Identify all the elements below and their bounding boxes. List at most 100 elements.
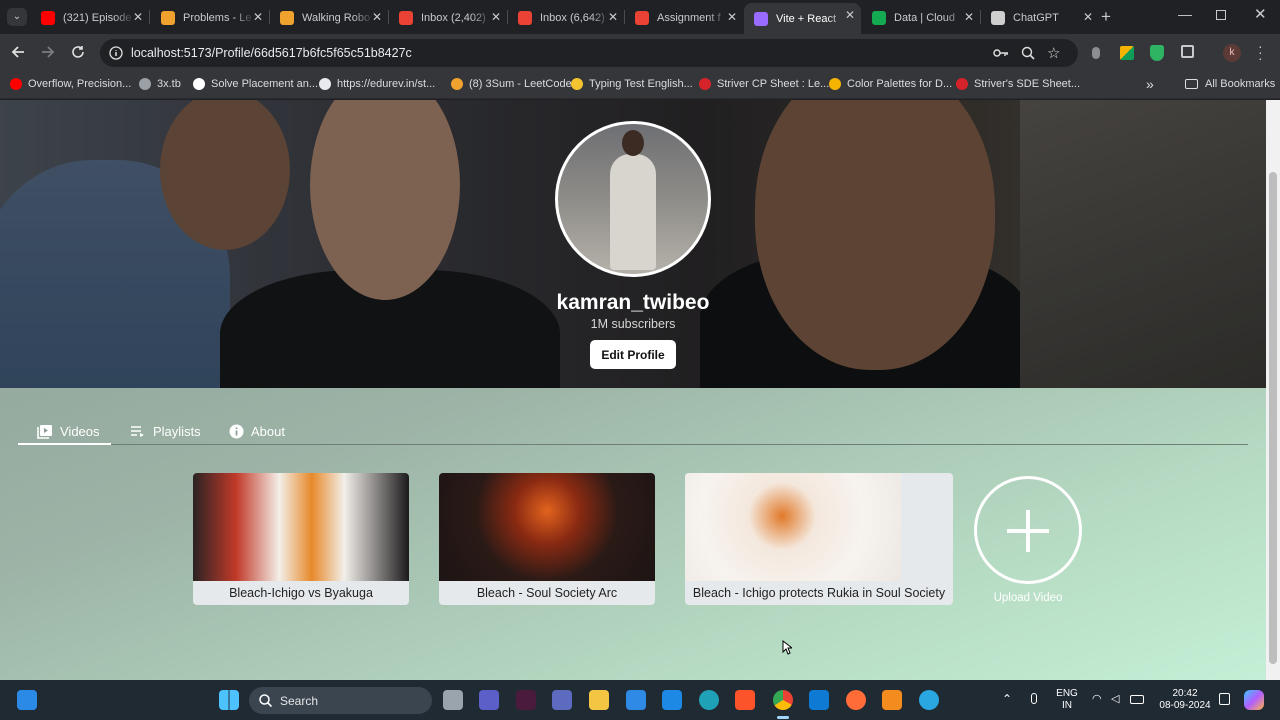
wifi-icon[interactable]: ◠ — [1092, 693, 1102, 705]
close-tab-icon[interactable]: ✕ — [253, 10, 263, 24]
reload-button[interactable] — [71, 45, 85, 63]
bookmark-label: Striver's SDE Sheet... — [974, 78, 1081, 90]
language-indicator[interactable]: ENG IN — [1055, 688, 1079, 712]
bookmark-item[interactable]: Color Palettes for D... — [829, 78, 952, 90]
video-card[interactable]: Bleach - Soul Society Arc — [439, 473, 655, 605]
teams-icon[interactable] — [479, 690, 499, 710]
task-view-icon[interactable] — [443, 690, 463, 710]
battery-icon[interactable] — [1130, 695, 1144, 704]
vscode-icon[interactable] — [809, 690, 829, 710]
windows-taskbar: Search ⌃ ENG IN ◠ ◁ 20:42 08-09-2024 — [0, 680, 1280, 720]
browser-tab[interactable]: Problems - Le ✕ — [151, 5, 269, 30]
tab-playlists[interactable]: Playlists — [131, 418, 201, 444]
app-icon-blue[interactable] — [552, 690, 572, 710]
close-tab-icon[interactable]: ✕ — [491, 10, 501, 24]
close-tab-icon[interactable]: ✕ — [845, 8, 855, 22]
bookmarks-overflow-button[interactable]: » — [1146, 76, 1154, 92]
edit-profile-button[interactable]: Edit Profile — [590, 340, 676, 369]
bookmark-item[interactable]: Striver CP Sheet : Le... — [699, 78, 829, 90]
video-card[interactable]: Bleach-Ichigo vs Byakuga — [193, 473, 409, 605]
edge-icon[interactable] — [699, 690, 719, 710]
browser-tab[interactable]: Inbox (6,642) ✕ — [508, 5, 624, 30]
shield-extension-icon[interactable] — [1150, 45, 1164, 61]
extensions-puzzle-icon[interactable] — [1181, 45, 1194, 58]
browser-tab[interactable]: (321) Episode ✕ — [31, 5, 149, 30]
tab-about-label: About — [251, 423, 285, 439]
browser-tab[interactable]: Data | Cloud ✕ — [862, 5, 980, 30]
bookmark-label: Overflow, Precision... — [28, 78, 132, 90]
browser-tab[interactable]: Vite + React ✕ — [744, 3, 861, 34]
browser-tab[interactable]: ChatGPT ✕ — [981, 5, 1099, 30]
bookmark-favicon-icon — [139, 78, 151, 90]
microphone-icon[interactable] — [1031, 693, 1037, 704]
bookmark-item[interactable]: Striver's SDE Sheet... — [956, 78, 1080, 90]
app-icon-cyan[interactable] — [919, 690, 939, 710]
profile-avatar-image[interactable] — [555, 121, 711, 277]
bookmark-item[interactable]: Solve Placement an... — [193, 78, 318, 90]
widgets-icon[interactable] — [17, 690, 37, 710]
postman-icon[interactable] — [846, 690, 866, 710]
notification-icon[interactable] — [1219, 693, 1230, 705]
site-info-icon[interactable] — [109, 46, 123, 60]
minimize-button[interactable]: — — [1178, 6, 1192, 22]
mongodb-leaf-icon — [872, 10, 886, 25]
close-window-button[interactable]: ✕ — [1254, 5, 1267, 23]
close-tab-icon[interactable]: ✕ — [608, 10, 618, 24]
browser-tab[interactable]: Inbox (2,402) ✕ — [389, 5, 507, 30]
browser-tab-title: (321) Episode — [63, 11, 132, 24]
close-tab-icon[interactable]: ✕ — [964, 10, 974, 24]
bookmark-item[interactable]: (8) 3Sum - LeetCode — [451, 78, 572, 90]
bookmark-favicon-icon — [956, 78, 968, 90]
password-key-icon[interactable] — [993, 47, 1009, 59]
close-tab-icon[interactable]: ✕ — [133, 10, 143, 24]
forward-button[interactable] — [41, 45, 55, 63]
close-tab-icon[interactable]: ✕ — [727, 10, 737, 24]
close-tab-icon[interactable]: ✕ — [1083, 10, 1093, 24]
extension-icon-1[interactable] — [1092, 47, 1100, 59]
tab-videos[interactable]: Videos — [37, 418, 100, 444]
bookmark-item[interactable]: Overflow, Precision... — [10, 78, 131, 90]
plus-icon-v — [1026, 510, 1030, 552]
start-windows-icon[interactable] — [219, 690, 239, 710]
sublime-icon[interactable] — [882, 690, 902, 710]
clock[interactable]: 20:42 08-09-2024 — [1154, 688, 1216, 712]
browser-tab[interactable]: Walking Robo ✕ — [270, 5, 388, 30]
menu-dots-icon[interactable]: · · · — [1258, 39, 1263, 65]
taskbar-search[interactable]: Search — [249, 687, 432, 714]
tab-about[interactable]: About — [229, 418, 285, 444]
bookmark-item[interactable]: Typing Test English... — [571, 78, 693, 90]
volume-icon[interactable]: ◁ — [1111, 693, 1119, 705]
restore-button[interactable] — [1216, 10, 1226, 20]
new-tab-button[interactable]: + — [1101, 7, 1111, 27]
arrow-right-icon — [42, 46, 55, 58]
upload-video-label[interactable]: Upload Video — [974, 592, 1082, 604]
file-explorer-icon[interactable] — [589, 690, 609, 710]
scrollbar-thumb[interactable] — [1269, 172, 1277, 664]
address-bar[interactable]: localhost:5173/Profile/66d5617b6fc5f65c5… — [100, 39, 1078, 67]
tab-search-button[interactable]: ⌄ — [7, 8, 27, 26]
upload-video-button[interactable] — [974, 476, 1082, 584]
page-scrollbar[interactable] — [1266, 100, 1280, 680]
video-card[interactable]: Bleach - Ichigo protects Rukia in Soul S… — [685, 473, 953, 605]
bookmark-label: Color Palettes for D... — [847, 78, 953, 90]
bookmark-item[interactable]: 3x.tb — [139, 78, 181, 90]
zoom-icon[interactable] — [1021, 46, 1035, 60]
back-button[interactable] — [11, 45, 25, 63]
bookmark-label: https://edurev.in/st... — [337, 78, 436, 90]
all-bookmarks-button[interactable]: All Bookmarks — [1185, 78, 1275, 90]
chrome-icon[interactable] — [773, 690, 793, 710]
mail-icon[interactable] — [662, 690, 682, 710]
extension-icon-2[interactable] — [1120, 46, 1134, 60]
browser-tab[interactable]: Assignment f ✕ — [625, 5, 743, 30]
bookmark-star-icon[interactable]: ☆ — [1047, 44, 1060, 62]
store-icon[interactable] — [626, 690, 646, 710]
tray-chevron-icon[interactable]: ⌃ — [1002, 693, 1012, 705]
app-icon-v[interactable] — [516, 690, 536, 710]
brave-icon[interactable] — [735, 690, 755, 710]
close-tab-icon[interactable]: ✕ — [372, 10, 382, 24]
profile-avatar[interactable]: k — [1223, 44, 1241, 62]
profile-username: kamran_twibeo — [556, 291, 710, 314]
bookmark-item[interactable]: https://edurev.in/st... — [319, 78, 435, 90]
bookmarks-bar: Overflow, Precision... 3x.tb Solve Placeme… — [0, 72, 1280, 99]
copilot-icon[interactable] — [1244, 690, 1264, 710]
